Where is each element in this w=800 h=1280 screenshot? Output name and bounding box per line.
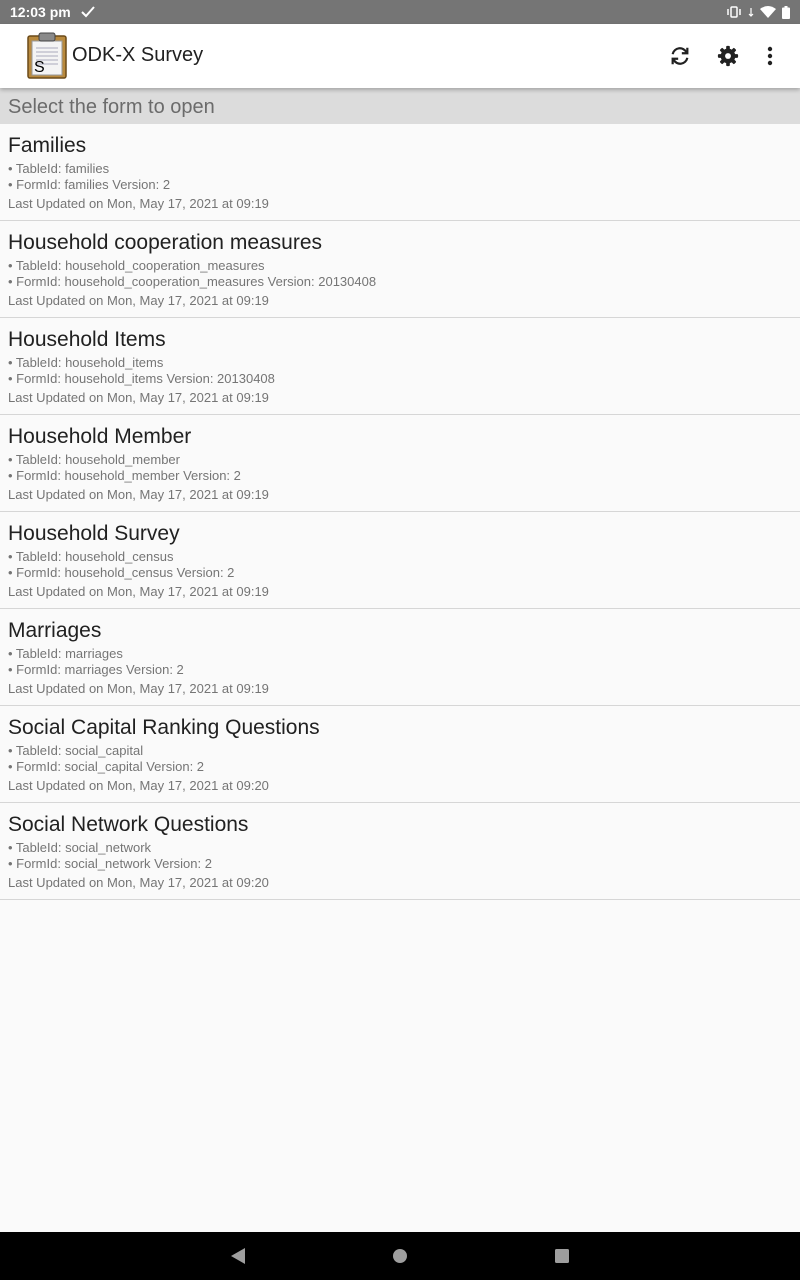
form-item-social-network-questions[interactable]: Social Network Questions • TableId: soci… [0,803,800,900]
form-title: Household Member [8,425,192,448]
form-form-id: • FormId: household_census Version: 2 [8,565,235,580]
app-logo-icon: S [26,32,70,80]
app-bar: S ODK-X Survey [0,24,800,88]
wifi-icon [760,6,776,18]
settings-button[interactable] [716,44,740,68]
nav-recents-button[interactable] [550,1244,574,1268]
form-form-id: • FormId: household_member Version: 2 [8,468,241,483]
form-last-updated: Last Updated on Mon, May 17, 2021 at 09:… [8,293,269,308]
form-item-social-capital-ranking-questions[interactable]: Social Capital Ranking Questions • Table… [0,706,800,803]
form-title: Marriages [8,619,102,642]
form-table-id: • TableId: social_network [8,840,152,855]
recents-icon [555,1249,569,1263]
form-table-id: • TableId: household_items [8,355,164,370]
gear-icon [717,45,739,67]
form-title: Social Capital Ranking Questions [8,716,320,739]
form-table-id: • TableId: household_cooperation_measure… [8,258,265,273]
form-form-id: • FormId: families Version: 2 [8,177,171,192]
form-last-updated: Last Updated on Mon, May 17, 2021 at 09:… [8,681,269,696]
vibrate-icon [727,6,741,18]
form-form-id: • FormId: household_cooperation_measures… [8,274,377,289]
form-last-updated: Last Updated on Mon, May 17, 2021 at 09:… [8,778,269,793]
list-header: Select the form to open [0,88,800,124]
form-last-updated: Last Updated on Mon, May 17, 2021 at 09:… [8,196,269,211]
form-title: Household Survey [8,522,180,545]
form-list: Families • TableId: families • FormId: f… [0,124,800,900]
form-item-marriages[interactable]: Marriages • TableId: marriages • FormId:… [0,609,800,706]
navigation-bar [0,1232,800,1280]
sync-icon [671,47,689,65]
form-table-id: • TableId: marriages [8,646,123,661]
form-last-updated: Last Updated on Mon, May 17, 2021 at 09:… [8,487,269,502]
form-item-families[interactable]: Families • TableId: families • FormId: f… [0,124,800,221]
form-item-household-items[interactable]: Household Items • TableId: household_ite… [0,318,800,415]
app-title: ODK-X Survey [72,44,204,66]
more-vert-icon [767,46,773,66]
form-title: Household cooperation measures [8,231,323,254]
overflow-menu-button[interactable] [758,44,782,68]
form-item-household-survey[interactable]: Household Survey • TableId: household_ce… [0,512,800,609]
form-table-id: • TableId: social_capital [8,743,144,758]
back-icon [231,1248,245,1264]
form-table-id: • TableId: household_census [8,549,174,564]
status-time: 12:03 pm [10,4,71,20]
app-logo-letter: S [34,59,45,76]
form-form-id: • FormId: household_items Version: 20130… [8,371,275,386]
form-table-id: • TableId: household_member [8,452,180,467]
nav-home-button[interactable] [388,1244,412,1268]
form-form-id: • FormId: social_network Version: 2 [8,856,212,871]
form-title: Families [8,134,87,157]
form-title: Social Network Questions [8,813,249,836]
signal-arrow-icon [748,8,754,17]
form-form-id: • FormId: marriages Version: 2 [8,662,184,677]
sync-button[interactable] [668,44,692,68]
form-last-updated: Last Updated on Mon, May 17, 2021 at 09:… [8,875,269,890]
check-icon [80,6,95,18]
form-last-updated: Last Updated on Mon, May 17, 2021 at 09:… [8,584,269,599]
form-item-household-member[interactable]: Household Member • TableId: household_me… [0,415,800,512]
form-title: Household Items [8,328,166,351]
form-last-updated: Last Updated on Mon, May 17, 2021 at 09:… [8,390,269,405]
form-table-id: • TableId: families [8,161,110,176]
form-form-id: • FormId: social_capital Version: 2 [8,759,205,774]
home-icon [393,1249,407,1263]
form-item-household-cooperation-measures[interactable]: Household cooperation measures • TableId… [0,221,800,318]
nav-back-button[interactable] [226,1244,250,1268]
status-bar: 12:03 pm [0,0,800,24]
battery-icon [782,5,790,19]
